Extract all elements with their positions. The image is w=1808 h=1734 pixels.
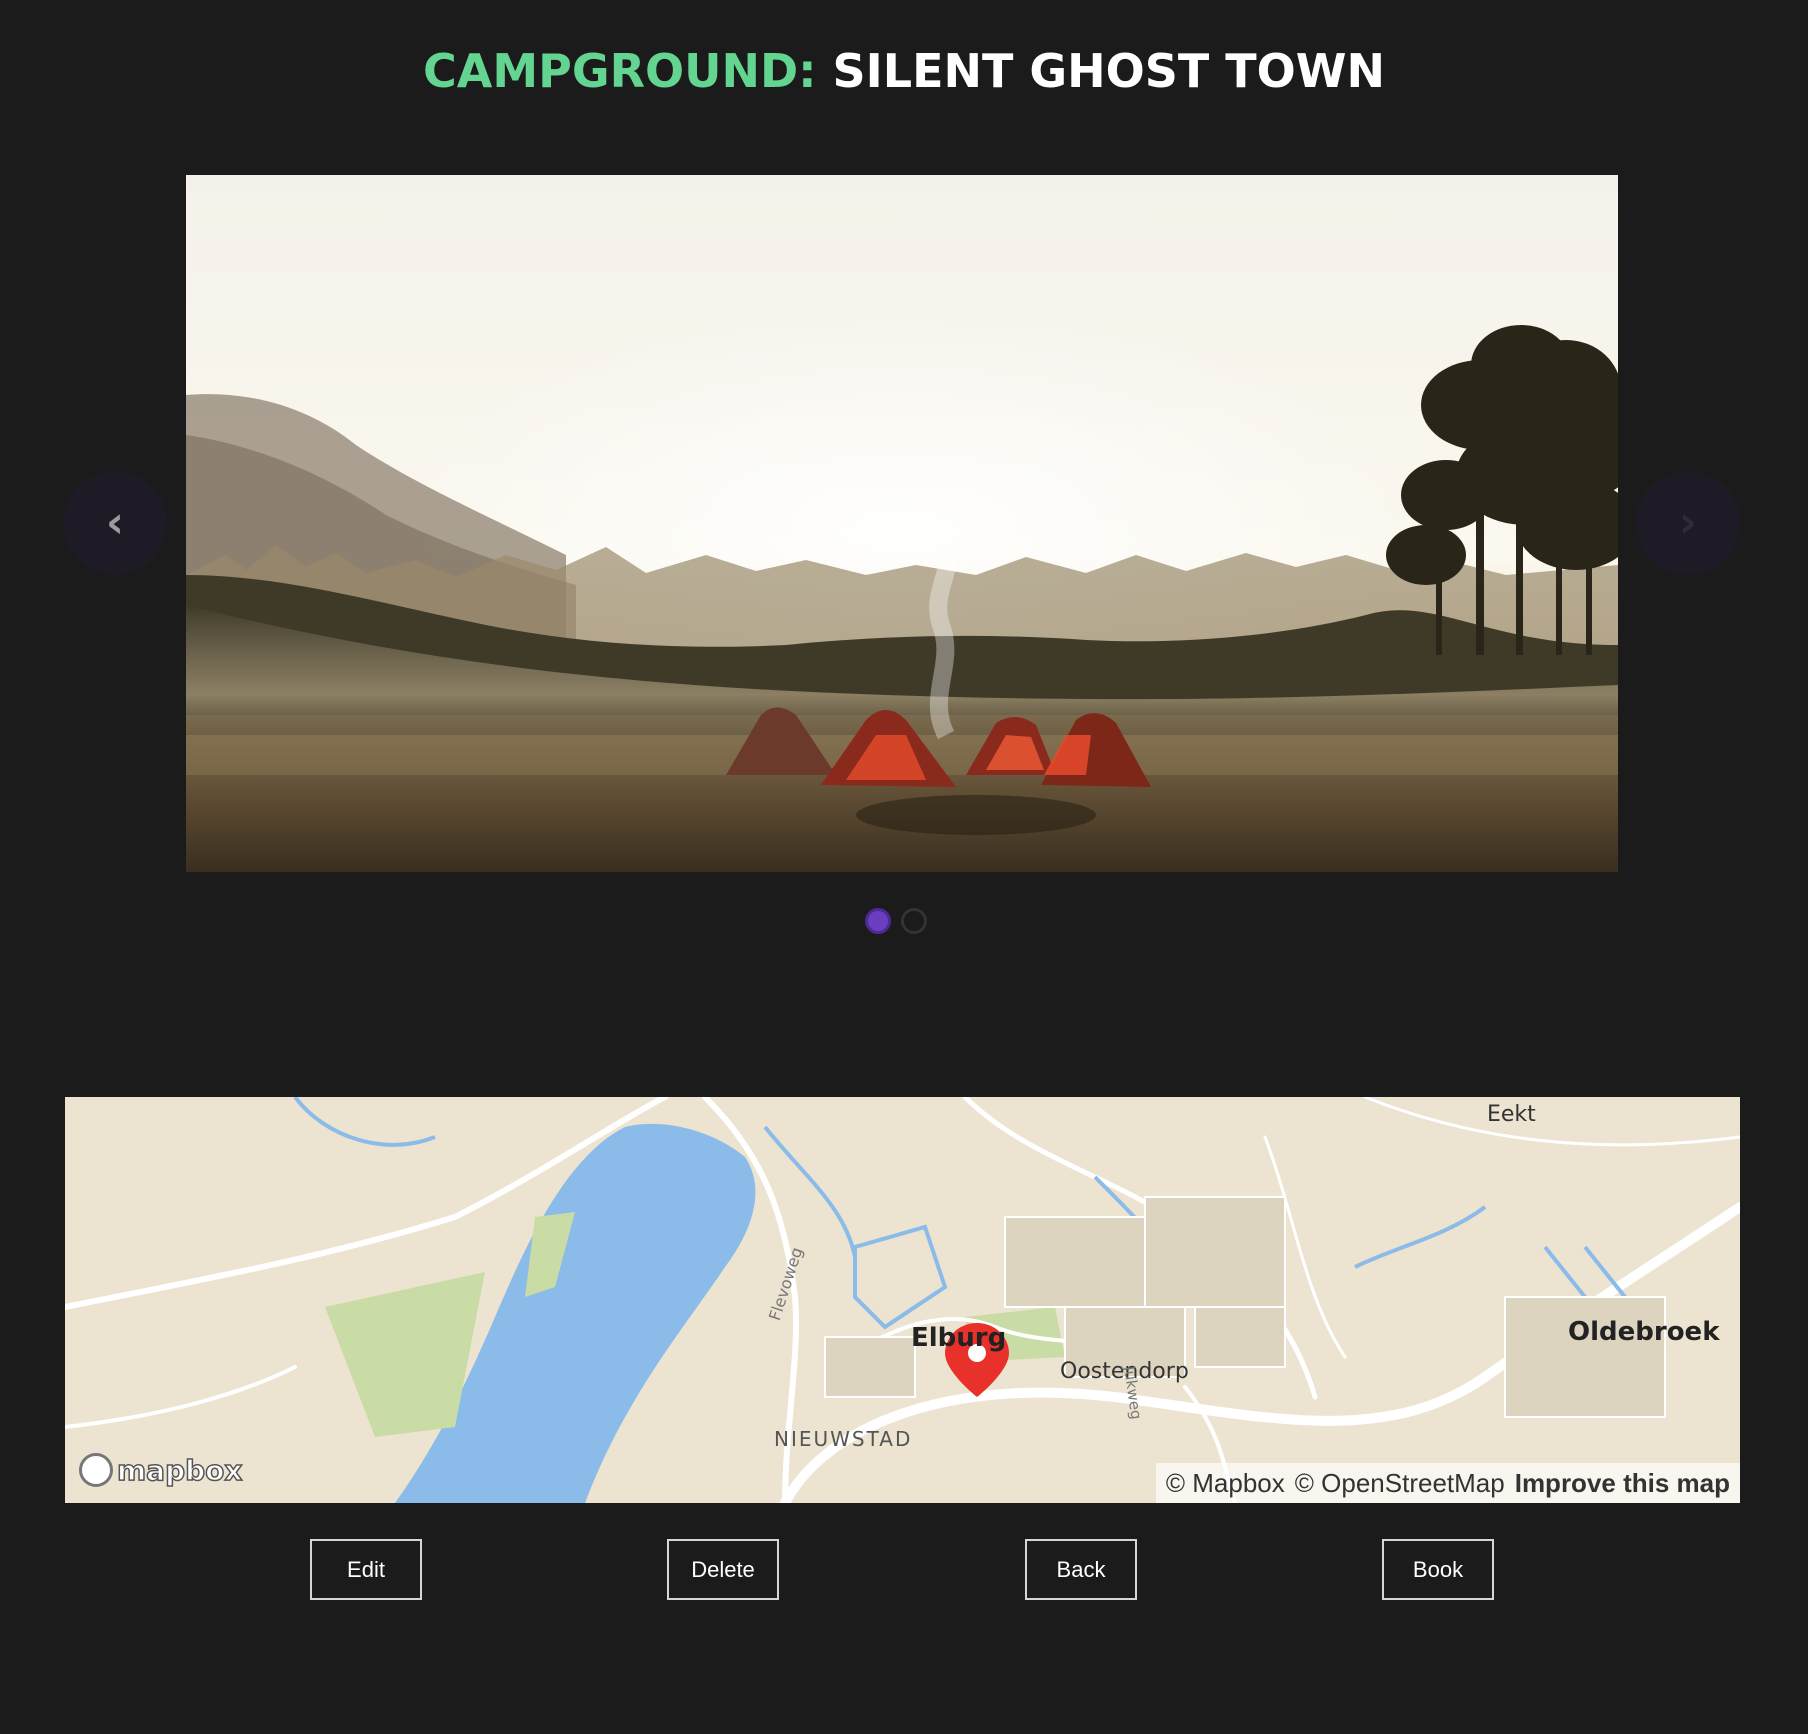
back-button[interactable]: Back [1025,1539,1137,1600]
mapbox-logo[interactable]: mapbox [79,1453,243,1488]
mapbox-logo-text: mapbox [116,1453,243,1488]
attribution-mapbox-link[interactable]: © Mapbox [1166,1468,1285,1499]
improve-map-link[interactable]: Improve this map [1515,1468,1730,1499]
title-label: CAMPGROUND: [422,44,817,98]
carousel-dot-2[interactable] [901,908,927,934]
edit-button[interactable]: Edit [310,1539,422,1600]
carousel-dot-1[interactable] [865,908,891,934]
campground-actions: Edit Delete Back Book [0,1539,1808,1600]
map-attribution: © Mapbox © OpenStreetMap Improve this ma… [1155,1463,1740,1503]
carousel-indicators [865,908,927,934]
campground-name: SILENT GHOST TOWN [832,44,1386,98]
map-label-oldebroek: Oldebroek [1568,1317,1720,1347]
campground-photo [186,175,1618,872]
mapbox-logo-icon [79,1453,113,1487]
page-title: CAMPGROUND: SILENT GHOST TOWN [0,44,1808,98]
carousel-prev-button[interactable]: ‹ [63,471,167,575]
map-label-nieuwstad: NIEUWSTAD [774,1427,913,1451]
map-label-elburg: Elburg [911,1323,1007,1353]
carousel-next-button[interactable]: › [1636,471,1740,575]
book-button[interactable]: Book [1382,1539,1494,1600]
delete-button[interactable]: Delete [667,1539,779,1600]
location-map[interactable]: Eekt Elburg Oostendorp NIEUWSTAD Oldebro… [65,1097,1740,1503]
attribution-osm-link[interactable]: © OpenStreetMap [1295,1468,1505,1499]
chevron-right-icon: › [1678,497,1698,548]
chevron-left-icon: ‹ [105,497,125,548]
map-label-eekt: Eekt [1487,1102,1536,1127]
